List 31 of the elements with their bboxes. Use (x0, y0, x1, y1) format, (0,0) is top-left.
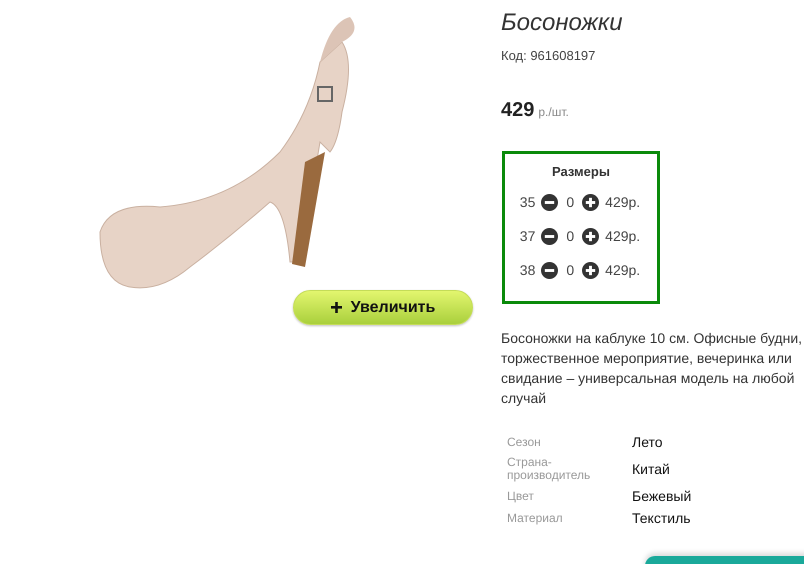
spec-value: Текстиль (632, 510, 692, 526)
spec-label: Страна-производитель (507, 456, 592, 482)
spec-label: Материал (507, 512, 564, 524)
product-code: Код: 961608197 (501, 48, 596, 63)
plus-icon[interactable] (582, 262, 600, 278)
product-title: Босоножки (501, 9, 623, 37)
spec-value: Бежевый (632, 488, 692, 504)
size-price: 429р. (605, 228, 640, 244)
minus-icon[interactable] (541, 194, 558, 210)
price-unit: р./шт. (538, 105, 569, 119)
spec-value: Лето (632, 434, 664, 450)
plus-icon[interactable] (582, 228, 600, 244)
product-description: Босоножки на каблуке 10 см. Офисные будни, торжественное мероприятие, вечеринка или свидание – универсальная модель на любой случай (501, 329, 804, 408)
quantity-value: 0 (566, 194, 574, 210)
size-price: 429р. (605, 194, 640, 210)
size-label: 37 (520, 228, 536, 244)
sizes-title: Размеры (552, 164, 610, 179)
size-label: 38 (520, 262, 536, 278)
price-value: 429 (501, 99, 534, 122)
size-price: 429р. (605, 262, 640, 278)
plus-icon (330, 302, 342, 313)
minus-icon[interactable] (541, 228, 558, 244)
spec-label: Сезон (507, 436, 542, 448)
spec-value: Китай (632, 461, 671, 477)
spec-label: Цвет (507, 490, 535, 502)
plus-icon[interactable] (582, 194, 600, 210)
quantity-value: 0 (566, 228, 574, 244)
enlarge-button[interactable]: Увеличить (293, 290, 473, 325)
quantity-value: 0 (566, 262, 574, 278)
minus-icon[interactable] (541, 262, 558, 278)
size-label: 35 (520, 194, 536, 210)
